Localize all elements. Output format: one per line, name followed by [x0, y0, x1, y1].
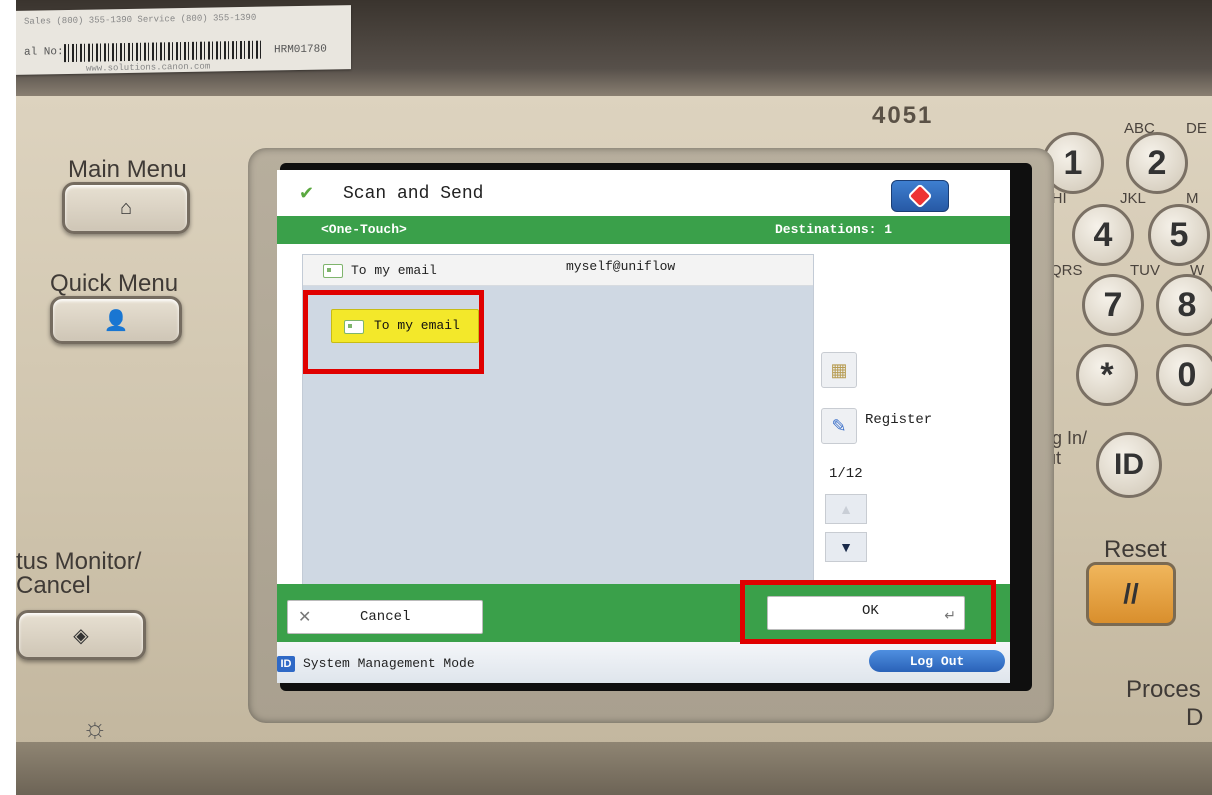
- pen-icon: ✎: [831, 415, 847, 436]
- main-menu-button[interactable]: ⌂: [62, 182, 190, 234]
- section-bar: <One-Touch> Destinations: 1: [277, 216, 1010, 244]
- scroll-up-button[interactable]: ▲: [825, 494, 867, 524]
- screen-title: Scan and Send: [343, 184, 484, 204]
- key-7[interactable]: 7: [1082, 274, 1144, 336]
- key-2[interactable]: 2: [1126, 132, 1188, 194]
- eye-icon: ◈: [73, 624, 89, 647]
- system-mode-label: System Management Mode: [303, 656, 475, 671]
- barcode: [64, 40, 264, 63]
- key-8[interactable]: 8: [1156, 274, 1212, 336]
- bottom-panel: [16, 742, 1212, 795]
- quick-menu-label: Quick Menu: [50, 270, 179, 297]
- triangle-up-icon: ▲: [839, 501, 853, 517]
- key-letters-jkl: JKL: [1120, 190, 1146, 207]
- main-menu-shortcut-button[interactable]: [891, 180, 949, 212]
- triangle-down-icon: ▼: [839, 539, 853, 555]
- close-icon: ✕: [298, 609, 312, 626]
- scan-send-icon: ✔: [299, 183, 315, 203]
- process-label: Proces: [1126, 676, 1201, 703]
- highlight-one-touch: [303, 290, 484, 374]
- key-4[interactable]: 4: [1072, 204, 1134, 266]
- model-number: 4051: [872, 102, 934, 129]
- destination-address: myself@uniflow: [566, 259, 676, 274]
- status-monitor-label: tus Monitor/ Cancel: [16, 548, 142, 599]
- logout-label: Log Out: [909, 653, 965, 669]
- key-0[interactable]: 0: [1156, 344, 1212, 406]
- key-5[interactable]: 5: [1148, 204, 1210, 266]
- status-monitor-button[interactable]: ◈: [16, 610, 146, 660]
- service-sticker: Sales (800) 355-1390 Service (800) 355-1…: [16, 5, 351, 75]
- key-star[interactable]: *: [1076, 344, 1138, 406]
- reset-button[interactable]: //: [1086, 562, 1176, 626]
- highlight-ok: [740, 580, 996, 644]
- process-label-2: D: [1186, 704, 1204, 731]
- reset-label: Reset: [1104, 536, 1167, 563]
- id-icon: ID: [277, 656, 295, 672]
- login-id-button[interactable]: ID: [1096, 432, 1162, 498]
- quick-menu-icon: 👤: [103, 309, 129, 332]
- cancel-label: Cancel: [360, 609, 411, 625]
- logout-button[interactable]: Log Out: [869, 650, 1005, 672]
- home-icon: ⌂: [119, 196, 133, 219]
- sticker-serial: HRM01780: [274, 43, 327, 57]
- cancel-button[interactable]: ✕ Cancel: [287, 600, 483, 634]
- scroll-down-button[interactable]: ▼: [825, 532, 867, 562]
- cube-icon: [910, 186, 930, 206]
- grid-details-icon: ▦: [830, 359, 848, 380]
- register-label: Register: [865, 412, 933, 428]
- page-indicator: 1/12: [829, 466, 863, 482]
- quick-menu-button[interactable]: 👤: [50, 296, 182, 344]
- section-label: <One-Touch>: [321, 222, 407, 237]
- key-letters-tuv: TUV: [1130, 262, 1160, 279]
- status-bar: ID System Management Mode Log Out: [277, 642, 1010, 683]
- details-button[interactable]: ▦: [821, 352, 857, 388]
- register-button[interactable]: ✎: [821, 408, 857, 444]
- energy-saver-icon[interactable]: ☼: [82, 712, 108, 744]
- main-menu-label: Main Menu: [68, 156, 187, 183]
- destinations-count: Destinations: 1: [775, 222, 893, 237]
- key-letters-def: DE: [1186, 120, 1207, 137]
- title-bar: ✔ Scan and Send: [277, 170, 1010, 216]
- selected-destination-row[interactable]: To my email myself@uniflow: [303, 255, 813, 286]
- destination-name: To my email: [351, 263, 437, 278]
- sticker-label: al No:: [24, 46, 64, 59]
- sticker-text: Sales (800) 355-1390 Service (800) 355-1…: [24, 12, 257, 27]
- address-card-icon: [323, 264, 343, 278]
